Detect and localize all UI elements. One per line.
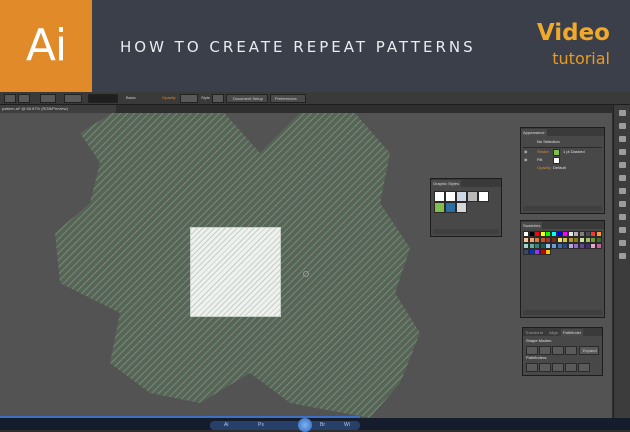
tab-transform[interactable]: Transform — [523, 329, 545, 336]
tutorial-banner: Ai HOW TO CREATE REPEAT PATTERNS Video t… — [0, 0, 630, 92]
fill-row-label[interactable]: Fill: — [537, 157, 543, 163]
color-guide-icon[interactable] — [619, 123, 626, 129]
tab-pathfinder[interactable]: Pathfinder — [561, 329, 584, 336]
brush-dropdown[interactable] — [88, 94, 118, 103]
transparency-panel-icon[interactable] — [619, 201, 626, 207]
merge-button[interactable] — [552, 363, 564, 372]
pathfinder-panel: Transform Align Pathfinder Shape Modes: … — [522, 327, 603, 376]
document-setup-button[interactable]: Document Setup — [226, 94, 268, 103]
preferences-label: Preferences — [275, 96, 297, 101]
exclude-button[interactable] — [565, 346, 577, 355]
opacity-row-label[interactable]: Opacity: — [537, 165, 552, 171]
graphic-styles-panel: Graphic Styles — [430, 178, 502, 237]
outline-button[interactable] — [578, 363, 590, 372]
unite-button[interactable] — [526, 346, 538, 355]
fill-swatch[interactable] — [4, 94, 16, 103]
taskbar-item[interactable]: Ai — [224, 422, 228, 428]
stroke-row-value: 1 pt Dashed — [563, 149, 585, 154]
pathfinders-label: Pathfinders: — [526, 355, 548, 360]
control-bar: Basic Opacity Style Document Setup Prefe… — [0, 92, 630, 105]
graphic-styles-icon[interactable] — [619, 227, 626, 233]
appearance-panel-tabs: Appearance — [521, 128, 604, 136]
tab-swatches[interactable]: Swatches — [521, 222, 543, 229]
layers-panel-icon[interactable] — [619, 240, 626, 246]
stroke-swatch[interactable] — [18, 94, 30, 103]
trim-button[interactable] — [539, 363, 551, 372]
brushes-panel-icon[interactable] — [619, 149, 626, 155]
appearance-panel: Appearance No Selection ◉ Stroke: 1 pt D… — [520, 127, 605, 214]
basic-label: Basic — [126, 95, 136, 100]
panel-dock-strip — [613, 105, 630, 418]
graphic-style-swatch[interactable] — [467, 191, 478, 202]
selection-label: No Selection — [537, 139, 560, 144]
taskbar-item[interactable]: Br — [320, 422, 325, 428]
artboards-panel-icon[interactable] — [619, 253, 626, 259]
tab-graphic-styles[interactable]: Graphic Styles — [431, 180, 462, 187]
stroke-row-label[interactable]: Stroke: — [537, 149, 550, 155]
style-label: Style — [201, 95, 210, 100]
swatches-panel-icon[interactable] — [619, 136, 626, 142]
expand-label: Expand — [583, 348, 597, 353]
gradient-panel-icon[interactable] — [619, 188, 626, 194]
variable-width-dropdown[interactable] — [64, 94, 82, 103]
intersect-button[interactable] — [552, 346, 564, 355]
divide-button[interactable] — [526, 363, 538, 372]
illustrator-logo: Ai — [0, 0, 92, 92]
style-dropdown[interactable] — [212, 94, 224, 103]
preferences-button[interactable]: Preferences — [270, 94, 306, 103]
video-label: Video — [536, 20, 610, 46]
swatches-panel: Swatches — [520, 220, 605, 318]
graphic-style-swatch[interactable] — [434, 202, 445, 213]
eye-icon[interactable]: ◉ — [524, 157, 528, 162]
graphic-style-swatch[interactable] — [434, 191, 445, 202]
minus-front-button[interactable] — [539, 346, 551, 355]
tab-align[interactable]: Align — [547, 329, 560, 336]
pattern-tile[interactable] — [191, 228, 280, 316]
swatch-grid — [523, 231, 603, 271]
graphic-styles-tabs: Graphic Styles — [431, 179, 501, 187]
taskbar-item[interactable]: Wi — [344, 422, 350, 428]
graphic-styles-footer — [433, 229, 499, 234]
appearance-panel-icon[interactable] — [619, 214, 626, 220]
fill-color-swatch[interactable] — [553, 157, 560, 164]
stroke-panel-icon[interactable] — [619, 175, 626, 181]
expand-button[interactable]: Expand — [579, 346, 599, 355]
cursor-icon — [303, 271, 309, 277]
appearance-panel-footer — [523, 206, 602, 211]
document-tab[interactable]: pattern.ai* @ 66.67% (RGB/Preview) — [0, 105, 116, 113]
graphic-style-swatch[interactable] — [478, 191, 489, 202]
shape-modes-label: Shape Modes: — [526, 338, 552, 343]
stroke-color-swatch[interactable] — [553, 149, 560, 156]
taskbar-item[interactable]: Ps — [258, 422, 264, 428]
eye-icon[interactable]: ◉ — [524, 149, 528, 154]
color-swatch[interactable] — [545, 249, 552, 255]
tutorial-label: tutorial — [552, 49, 610, 68]
crop-button[interactable] — [565, 363, 577, 372]
opacity-link[interactable]: Opacity — [162, 94, 176, 102]
pathfinder-panel-tabs: Transform Align Pathfinder — [523, 328, 602, 336]
color-swatch[interactable] — [595, 243, 602, 249]
tutorial-title: HOW TO CREATE REPEAT PATTERNS — [120, 38, 476, 56]
tab-appearance[interactable]: Appearance — [521, 129, 547, 136]
opacity-row-value: Default — [553, 165, 566, 170]
taskbar-active-apps — [210, 421, 360, 430]
graphic-style-swatch[interactable] — [445, 191, 456, 202]
graphic-style-swatch[interactable] — [445, 202, 456, 213]
symbols-panel-icon[interactable] — [619, 162, 626, 168]
stroke-weight-field[interactable] — [40, 94, 56, 103]
color-panel-icon[interactable] — [619, 110, 626, 116]
swatches-footer — [523, 310, 602, 315]
swatches-panel-tabs: Swatches — [521, 221, 604, 229]
divider — [523, 147, 602, 148]
opacity-field[interactable] — [180, 94, 198, 103]
document-setup-label: Document Setup — [233, 96, 263, 101]
graphic-style-swatch[interactable] — [456, 191, 467, 202]
graphic-style-swatch[interactable] — [456, 202, 467, 213]
